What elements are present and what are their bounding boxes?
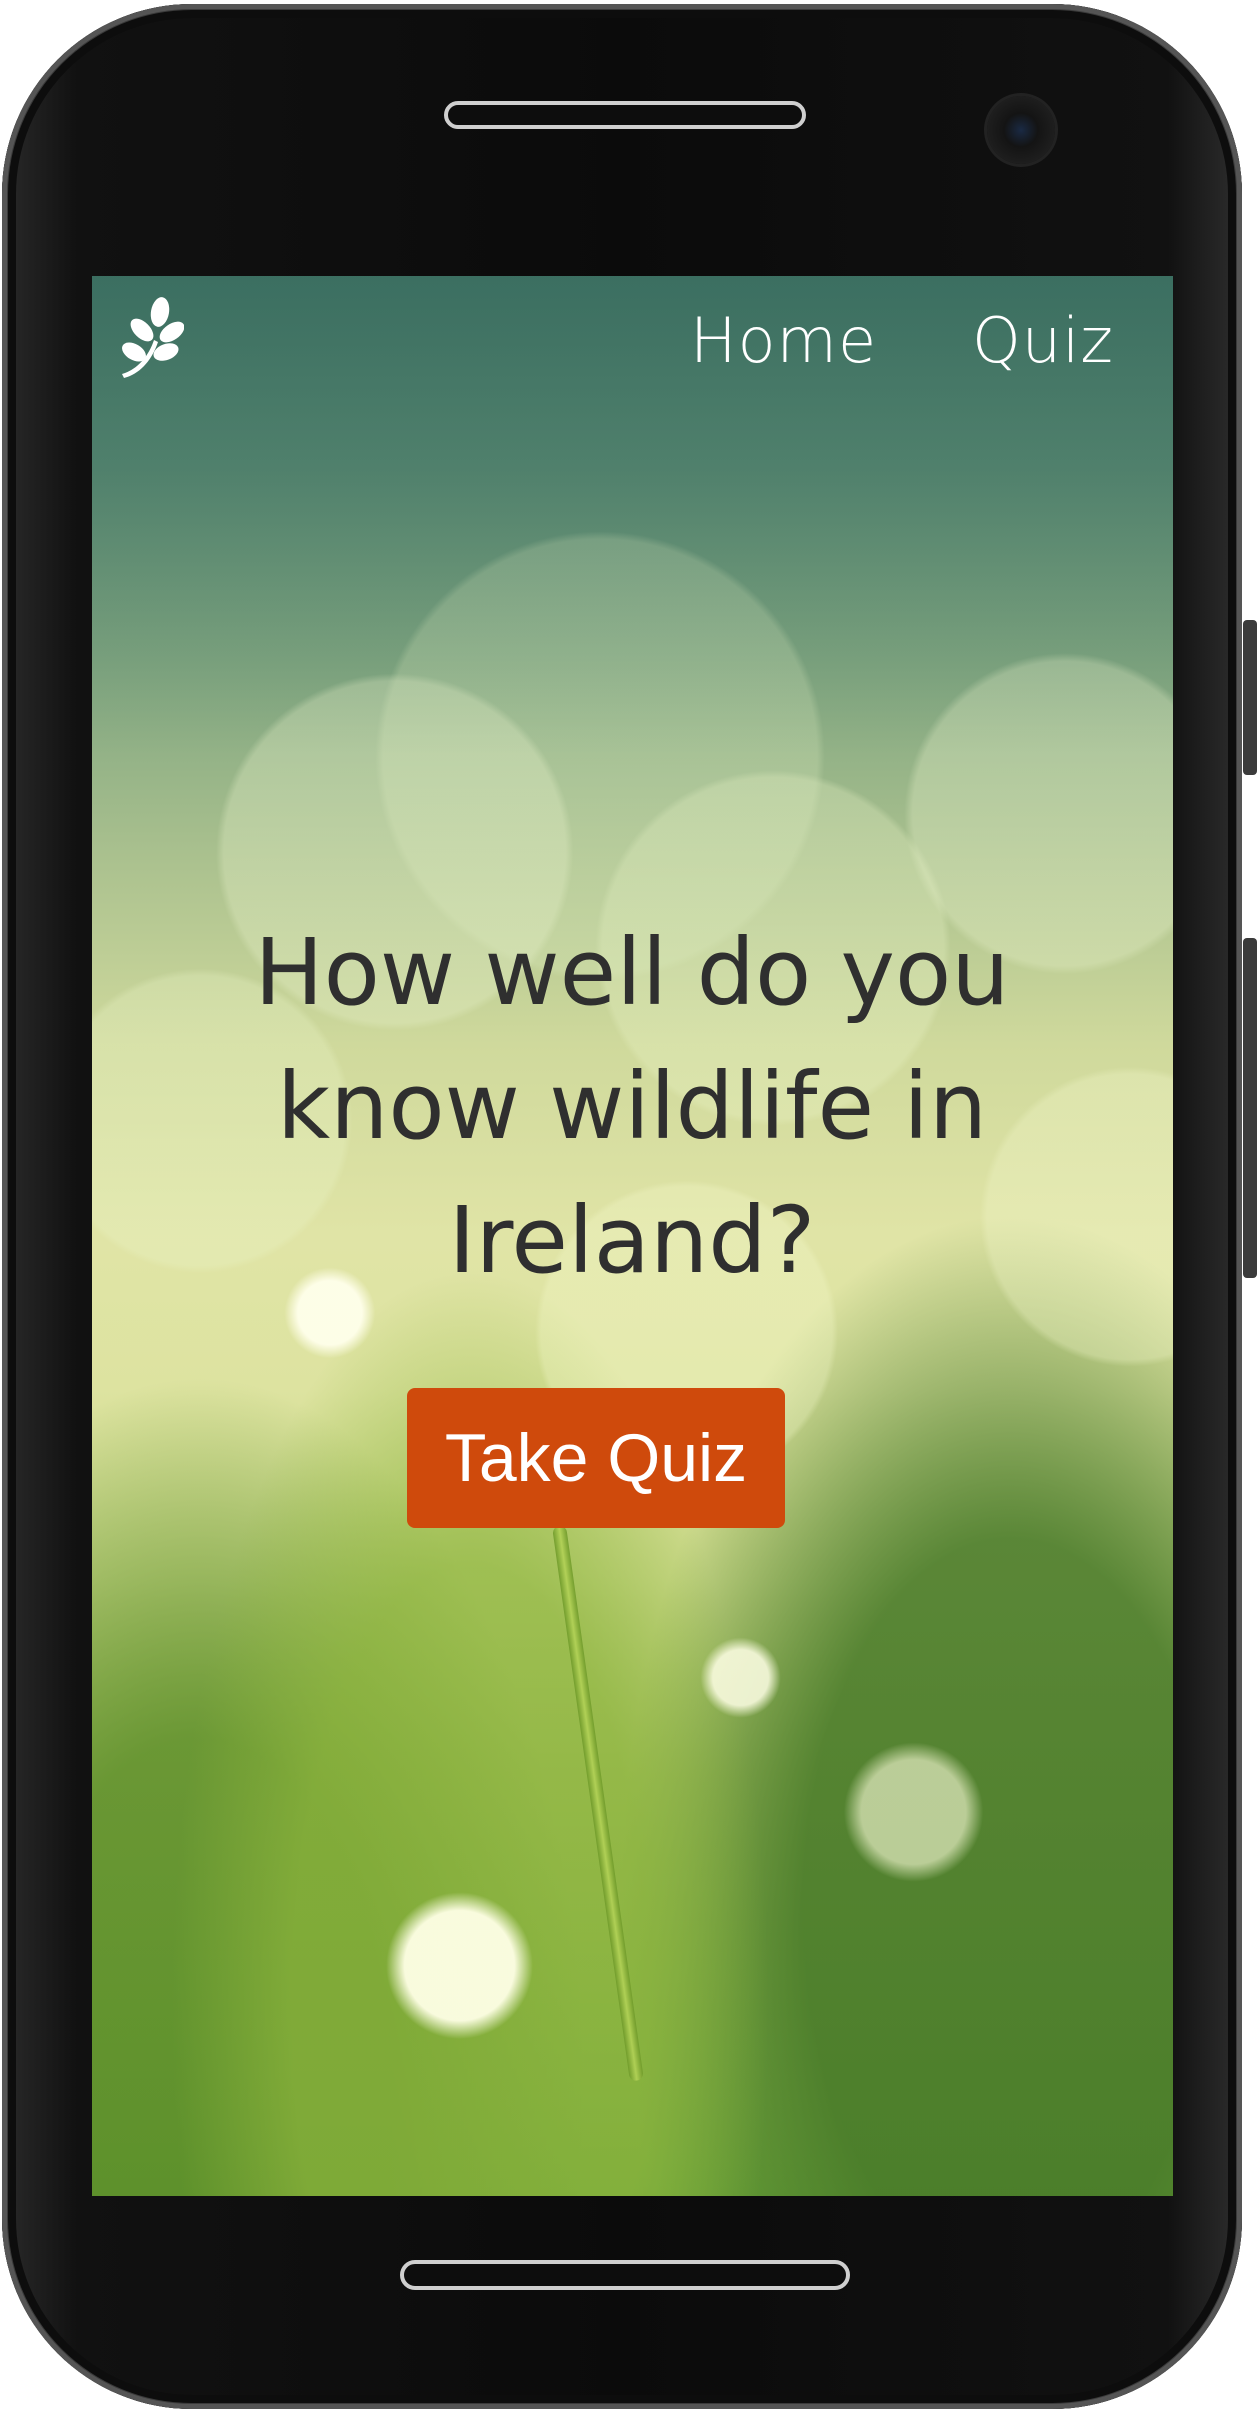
earpiece-speaker bbox=[444, 101, 806, 129]
leaf-sprig-icon[interactable] bbox=[114, 296, 184, 378]
navbar: Home Quiz bbox=[92, 276, 1173, 406]
background-grass bbox=[552, 1525, 644, 2082]
take-quiz-button[interactable]: Take Quiz bbox=[407, 1388, 785, 1528]
power-button bbox=[1243, 938, 1257, 1278]
nav-link-quiz[interactable]: Quiz bbox=[972, 304, 1114, 377]
app-screen: Home Quiz How well do you know wildlife … bbox=[92, 276, 1173, 2196]
phone-frame: Home Quiz How well do you know wildlife … bbox=[2, 4, 1242, 2409]
bottom-speaker bbox=[400, 2260, 850, 2290]
volume-button bbox=[1243, 620, 1257, 775]
hero-title: How well do you know wildlife in Ireland… bbox=[254, 919, 1010, 1294]
front-camera bbox=[987, 96, 1055, 164]
nav-link-home[interactable]: Home bbox=[690, 304, 877, 377]
